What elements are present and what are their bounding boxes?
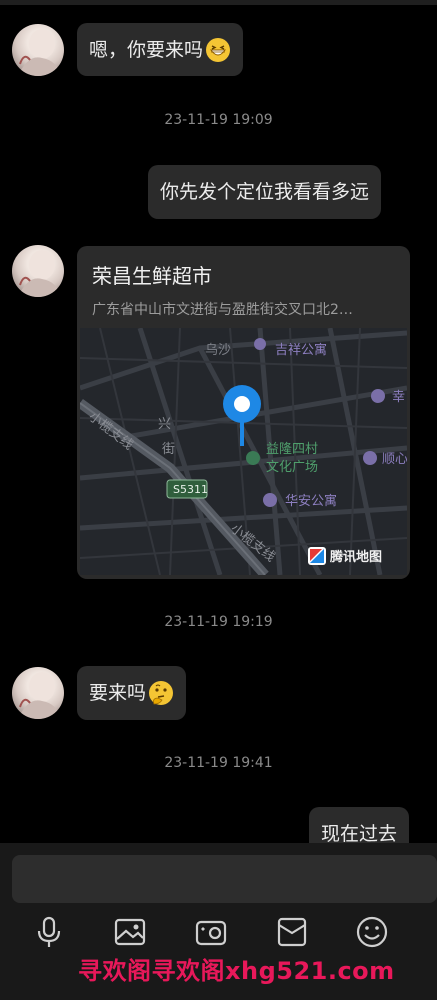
message-text: 要来吗 xyxy=(89,682,147,704)
map-label: 街 xyxy=(162,442,175,457)
map-label: 文化广场 xyxy=(266,460,318,475)
message-bubble[interactable]: 你先发个定位我看看多远 xyxy=(148,165,382,219)
message-text: 嗯，你要来吗 xyxy=(89,38,204,61)
card-icon[interactable] xyxy=(275,915,309,949)
map-provider: 腾讯地图 xyxy=(329,549,382,565)
thinking-emoji-icon xyxy=(149,681,174,705)
map-label: 顺心 xyxy=(382,452,407,467)
location-address: 广东省中山市文进街与盈胜街交叉口北2… xyxy=(92,302,353,318)
message-input[interactable] xyxy=(12,855,437,903)
map-label: 幸 xyxy=(392,390,405,405)
map-label: 吉祥公寓 xyxy=(275,342,327,358)
timestamp: 23-11-19 19:41 xyxy=(164,755,273,771)
timestamp: 23-11-19 19:09 xyxy=(164,112,273,128)
avatar[interactable] xyxy=(12,245,64,297)
avatar[interactable] xyxy=(12,667,64,719)
emoji-icon[interactable] xyxy=(355,915,389,949)
grin-emoji-icon xyxy=(206,37,231,62)
location-title: 荣昌生鲜超市 xyxy=(92,264,212,288)
location-card[interactable]: 荣昌生鲜超市 广东省中山市文进街与盈胜街交叉口北2… 乌沙 吉祥公寓 幸 兴 街… xyxy=(77,246,410,579)
camera-icon[interactable] xyxy=(194,915,228,949)
status-strip xyxy=(0,0,437,5)
highway-shield: S5311 xyxy=(173,483,208,496)
map-label: 益隆四村 xyxy=(266,442,318,457)
map-label: 华安公寓 xyxy=(285,493,337,509)
map-label: 兴 xyxy=(158,417,171,432)
message-text: 你先发个定位我看看多远 xyxy=(160,181,370,203)
watermark: 寻欢阁寻欢阁xhg521.com xyxy=(78,957,395,985)
map-label: 乌沙 xyxy=(205,342,231,358)
message-bubble[interactable]: 嗯，你要来吗 xyxy=(77,23,244,76)
microphone-icon[interactable] xyxy=(32,915,66,949)
message-bubble[interactable]: 要来吗 xyxy=(77,666,187,720)
image-icon[interactable] xyxy=(113,915,147,949)
map-view[interactable]: 乌沙 吉祥公寓 幸 兴 街 小榄支线 顺心 益隆四村 文化广场 S5311 华安… xyxy=(80,328,407,575)
avatar[interactable] xyxy=(12,24,64,76)
timestamp: 23-11-19 19:19 xyxy=(164,614,273,630)
